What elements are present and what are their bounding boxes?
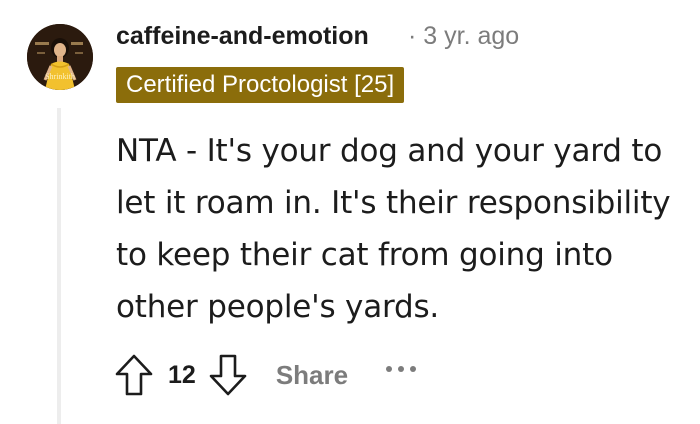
upvote-button[interactable] — [110, 351, 158, 399]
vote-score: 12 — [168, 360, 196, 389]
more-options-button[interactable] — [386, 366, 417, 372]
more-dot — [410, 366, 417, 372]
comment-age[interactable]: 3 yr. ago — [423, 22, 519, 50]
downvote-button[interactable] — [204, 351, 252, 399]
share-button[interactable]: Share — [276, 360, 348, 391]
more-horizontal-icon — [386, 366, 393, 372]
comment-body: NTA - It's your dog and your yard to let… — [116, 133, 671, 325]
arrow-down-icon — [209, 354, 247, 396]
meta-separator: · — [408, 22, 417, 50]
thread-line[interactable] — [57, 108, 61, 424]
comment-actions: 12 Share — [110, 348, 417, 402]
arrow-up-icon — [115, 354, 153, 396]
comment-meta: · 3 yr. ago — [408, 22, 519, 51]
more-dot — [398, 366, 405, 372]
avatar-caption: Shrinkith — [45, 72, 75, 81]
username-link[interactable]: caffeine-and-emotion — [116, 22, 369, 51]
user-flair: Certified Proctologist [25] — [116, 67, 405, 103]
